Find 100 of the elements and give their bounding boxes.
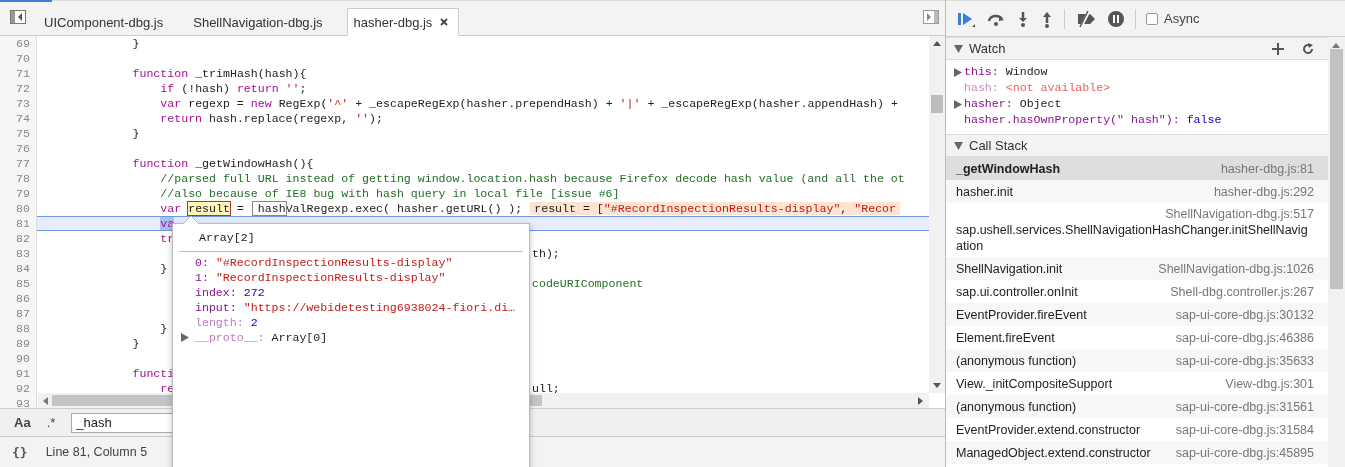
collapse-icon[interactable] <box>954 44 963 53</box>
line-number: 85 <box>0 276 37 291</box>
line-number: 74 <box>0 111 37 126</box>
section-title[interactable]: Call Stack <box>969 138 1028 153</box>
close-icon[interactable] <box>440 18 449 26</box>
code-token: return <box>236 82 279 95</box>
section-title[interactable]: Watch <box>969 41 1006 56</box>
call-frame[interactable]: hasher.init hasher-dbg.js:292 <box>946 180 1328 203</box>
call-frame[interactable]: (anonymous function) sap-ui-core-dbg.js:31561 <box>946 395 1328 418</box>
call-frame[interactable]: ShellNavigation.init ShellNavigation-dbg.js:1026 <box>946 257 1328 280</box>
code-token: regexp = <box>188 97 245 110</box>
code-token: th); <box>532 247 560 260</box>
code-token: = <box>236 202 245 215</box>
async-checkbox[interactable]: Async <box>1146 11 1200 26</box>
expand-icon[interactable] <box>954 99 962 109</box>
property-value: 272 <box>243 285 265 300</box>
function-name: Element.fireEvent <box>956 329 1055 346</box>
scroll-right-icon[interactable] <box>918 397 923 405</box>
match-case-button[interactable]: Aa <box>8 413 37 432</box>
function-name: EventProvider.extend.constructor <box>956 421 1141 438</box>
property-value: 2 <box>250 315 258 330</box>
property-value: Array[0] <box>271 330 328 345</box>
code-token: hash.replace(regexp, <box>209 112 350 125</box>
function-name: _getWindowHash <box>956 160 1061 177</box>
frame-location: ShellNavigation-dbg.js:517 <box>1164 206 1314 222</box>
file-tab[interactable]: ShellNavigation-dbg.js <box>187 8 333 36</box>
code-token: var <box>160 97 182 110</box>
code-token: var <box>160 202 183 215</box>
line-number: 88 <box>0 321 37 336</box>
panel-toggle-icon[interactable] <box>923 10 939 24</box>
function-name: sap.ui.controller.onInit <box>956 283 1078 300</box>
highlighted-word: hash <box>252 202 286 215</box>
property-name: __proto__: <box>195 330 265 345</box>
line-number: 84 <box>0 261 37 276</box>
code-token: RegExp( <box>278 97 328 110</box>
property-value: "#RecordInspectionResults-display" <box>215 255 453 270</box>
collapse-icon[interactable] <box>954 141 963 150</box>
deactivate-breakpoints-icon[interactable] <box>1075 9 1097 28</box>
code-token: function <box>132 157 189 170</box>
property-name: input: <box>195 300 237 315</box>
code-token: '' <box>355 112 370 125</box>
watch-value: <not available> <box>1005 80 1111 96</box>
pretty-print-button[interactable]: {} <box>8 444 32 460</box>
frame-location: ShellNavigation-dbg.js:1026 <box>1157 260 1314 277</box>
function-name: View._initCompositeSupport <box>956 375 1113 392</box>
line-number: 92 <box>0 381 37 396</box>
line-number: 80 <box>0 201 37 216</box>
expand-icon[interactable] <box>954 67 962 77</box>
call-frame[interactable]: ManagedObject.extend.constructor sap-ui-core-dbg.js:45895 <box>946 441 1328 464</box>
line-number: 90 <box>0 351 37 366</box>
add-icon[interactable] <box>1272 42 1284 55</box>
scroll-down-icon[interactable] <box>933 383 941 388</box>
pause-icon[interactable] <box>1107 9 1125 28</box>
line-number: 81 <box>0 216 37 231</box>
code-token: ValRegexp.exec( hasher.getURL() ); <box>285 202 523 215</box>
code-token: functi <box>132 367 175 380</box>
watch-expression: this: <box>964 64 999 80</box>
file-tab[interactable]: hasher-dbg.js <box>346 8 460 36</box>
line-number: 79 <box>0 186 37 201</box>
frame-location: View-dbg.js:301 <box>1224 375 1314 392</box>
function-name: (anonymous function) <box>956 352 1077 369</box>
scrollbar-thumb[interactable] <box>931 95 943 113</box>
scrollbar-thumb[interactable] <box>1330 49 1343 289</box>
line-number: 87 <box>0 306 37 321</box>
call-frame[interactable]: _getWindowHash hasher-dbg.js:81 <box>946 157 1328 180</box>
popover-title: Array[2] <box>179 224 523 252</box>
frame-location: sap-ui-core-dbg.js:31561 <box>1174 398 1314 415</box>
code-token: function <box>132 67 189 80</box>
line-number: 69 <box>0 36 37 51</box>
regex-button[interactable]: .* <box>40 413 62 432</box>
watch-value: Object <box>1019 96 1062 112</box>
line-number: 78 <box>0 171 37 186</box>
function-name: ShellNavigation.init <box>956 260 1063 277</box>
line-number: 75 <box>0 126 37 141</box>
code-token: ; <box>299 82 307 95</box>
line-number: 86 <box>0 291 37 306</box>
scroll-left-icon[interactable] <box>43 397 48 405</box>
watch-expression: hasher: <box>964 96 1013 112</box>
property-name: index: <box>195 285 237 300</box>
file-tab[interactable]: UIComponent-dbg.js <box>38 8 174 36</box>
expand-icon[interactable] <box>181 333 189 342</box>
call-frame[interactable]: (anonymous function) sap-ui-core-dbg.js:35633 <box>946 349 1328 372</box>
refresh-icon[interactable] <box>1302 42 1314 55</box>
sidebar-toggle-icon[interactable] <box>10 10 26 24</box>
line-number: 73 <box>0 96 37 111</box>
code-token: + _escapeRegExp(hasher.appendHash) + <box>647 97 898 110</box>
function-name: sap.ushell.services.ShellNavigationHashChanger.initShellNavigation <box>956 222 1309 254</box>
line-number: 70 <box>0 51 37 66</box>
function-name: hasher.init <box>956 183 1013 200</box>
function-name: (anonymous function) <box>956 398 1077 415</box>
property-value: "RecordInspectionResults-display" <box>215 270 446 285</box>
code-token: codeURIComponent <box>532 277 644 290</box>
scroll-up-icon[interactable] <box>933 41 941 46</box>
code-token: + _escapeRegExp(hasher.prependHash) + <box>355 97 614 110</box>
call-frame[interactable]: EventProvider.fireEvent sap-ui-core-dbg.js:30132 <box>946 303 1328 326</box>
frame-location: sap-ui-core-dbg.js:30132 <box>1174 306 1314 323</box>
property-name: 0: <box>195 255 209 270</box>
code-token: //also because of IE8 bug with hash query in local file [issue #6] <box>160 187 620 200</box>
property-value: "https://webidetesting6938024-fiori.di… <box>243 300 516 315</box>
property-name: length: <box>195 315 244 330</box>
